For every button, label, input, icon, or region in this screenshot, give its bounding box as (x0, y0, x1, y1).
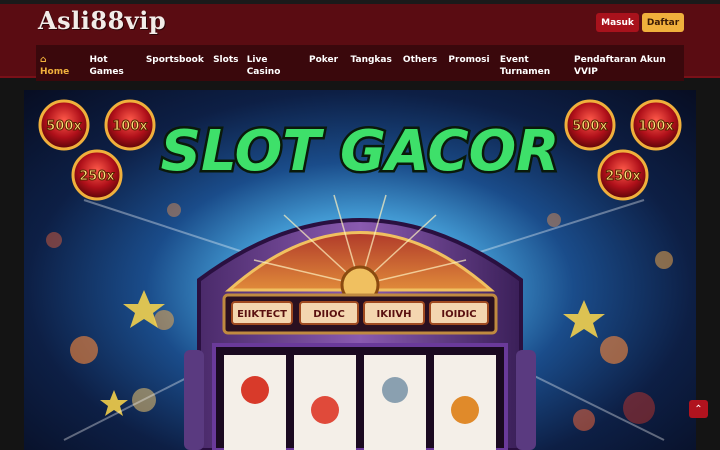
nav-item-slots[interactable]: Slots (213, 45, 247, 66)
nav-item-label: Others (402, 55, 438, 65)
nav-item-label: Tangkas (350, 55, 392, 65)
nav-item-label: Promosi (448, 55, 490, 65)
hero-banner[interactable]: EIIKTECT DIIOC IKIIVH IOIDIC SLOT GACOR … (24, 90, 696, 450)
nav-item-poker[interactable]: Poker (309, 45, 351, 66)
slot-machine (184, 194, 536, 450)
main-nav: ⌂ Home Hot Games Sportsbook Slots Live C… (36, 45, 684, 81)
register-button[interactable]: Daftar (642, 13, 684, 32)
nav-item-others[interactable]: Others (403, 45, 448, 66)
chevron-up-icon: ⌃ (694, 403, 703, 415)
scroll-to-top-button[interactable]: ⌃ (689, 400, 708, 418)
reel-word: IOIDIC (441, 309, 476, 320)
nav-item-label: Sportsbook (145, 55, 204, 65)
nav-item-tangkas[interactable]: Tangkas (351, 45, 403, 66)
multiplier-badge: 250x (605, 169, 641, 184)
reel-word: IKIIVH (376, 309, 411, 320)
nav-item-sportsbook[interactable]: Sportsbook (146, 45, 213, 66)
home-icon: ⌂ (40, 55, 47, 65)
nav-item-vvip-registration[interactable]: Pendaftaran Akun VVIP (574, 45, 684, 78)
multiplier-badge: 250x (79, 169, 115, 184)
site-header: Asli88vip Masuk Daftar ⌂ Home Hot Games … (0, 4, 720, 81)
multiplier-badge: 500x (46, 119, 82, 134)
nav-item-home[interactable]: ⌂ Home (40, 45, 85, 78)
multiplier-badges-right: 500x 100x 250x (564, 99, 682, 201)
reel-word: DIIOC (313, 309, 345, 320)
nav-item-label: Pendaftaran Akun VVIP (574, 55, 666, 77)
site-logo[interactable]: Asli88vip (38, 6, 166, 35)
nav-item-label: Live Casino (246, 55, 281, 77)
nav-item-live-casino[interactable]: Live Casino (247, 45, 309, 78)
multiplier-badge: 500x (572, 119, 608, 134)
multiplier-badge: 100x (112, 119, 148, 134)
nav-item-label: Slots (213, 55, 239, 65)
hero-title-text: SLOT GACOR (161, 119, 560, 184)
nav-item-hot-games[interactable]: Hot Games (85, 45, 145, 78)
nav-item-label: Event Turnamen (499, 55, 551, 77)
hero-title: SLOT GACOR (158, 117, 562, 187)
nav-item-label: Home (40, 67, 70, 77)
nav-item-promosi[interactable]: Promosi (448, 45, 499, 66)
hero-artwork: EIIKTECT DIIOC IKIIVH IOIDIC SLOT GACOR … (38, 99, 682, 450)
multiplier-badge: 100x (638, 119, 674, 134)
multiplier-badges-left: 500x 100x 250x (38, 99, 156, 201)
login-button[interactable]: Masuk (596, 13, 639, 32)
nav-item-event-turnamen[interactable]: Event Turnamen (500, 45, 574, 78)
reel-word: EIIKTECT (237, 309, 287, 320)
nav-item-label: Hot Games (89, 55, 124, 77)
nav-item-label: Poker (308, 55, 339, 65)
